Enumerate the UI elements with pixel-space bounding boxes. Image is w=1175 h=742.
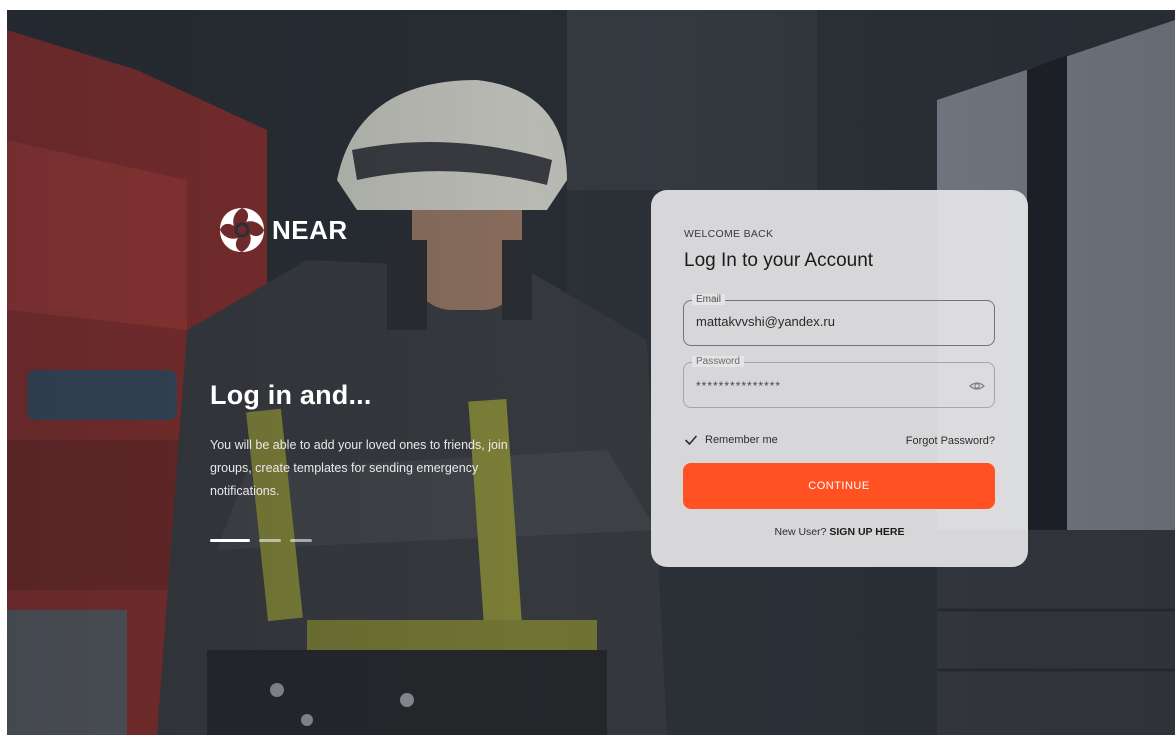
signup-prompt-line: New User? SIGN UP HERE bbox=[651, 526, 1028, 538]
near-logo-icon bbox=[216, 204, 268, 256]
remember-me-label: Remember me bbox=[705, 434, 778, 446]
hero-title: Log in and... bbox=[210, 380, 372, 410]
brand: NEAR bbox=[216, 204, 348, 256]
signup-prompt: New User? bbox=[774, 526, 827, 538]
login-page: NEAR Log in and... You will be able to a… bbox=[7, 10, 1175, 735]
continue-button[interactable]: CONTINUE bbox=[683, 463, 995, 509]
carousel-dot-2[interactable] bbox=[259, 539, 281, 542]
hero-description: You will be able to add your loved ones … bbox=[210, 438, 508, 498]
welcome-back-label: WELCOME BACK bbox=[684, 228, 774, 240]
password-label: Password bbox=[692, 356, 744, 367]
email-input[interactable] bbox=[696, 314, 966, 329]
remember-me-checkbox[interactable]: Remember me bbox=[684, 433, 778, 447]
login-card: WELCOME BACK Log In to your Account Emai… bbox=[651, 190, 1028, 567]
password-field[interactable]: Password *************** bbox=[683, 356, 995, 408]
carousel-dot-3[interactable] bbox=[290, 539, 312, 542]
eye-icon[interactable] bbox=[968, 377, 986, 395]
forgot-password-link[interactable]: Forgot Password? bbox=[906, 435, 995, 447]
checkmark-icon[interactable] bbox=[684, 433, 698, 447]
carousel-indicator bbox=[210, 539, 312, 542]
email-field[interactable]: Email bbox=[683, 294, 995, 346]
email-label: Email bbox=[692, 294, 726, 305]
brand-name: NEAR bbox=[272, 214, 348, 245]
login-title: Log In to your Account bbox=[684, 250, 874, 271]
password-input[interactable]: *************** bbox=[696, 379, 966, 393]
carousel-dot-1[interactable] bbox=[210, 539, 250, 542]
signup-link[interactable]: SIGN UP HERE bbox=[829, 526, 904, 538]
